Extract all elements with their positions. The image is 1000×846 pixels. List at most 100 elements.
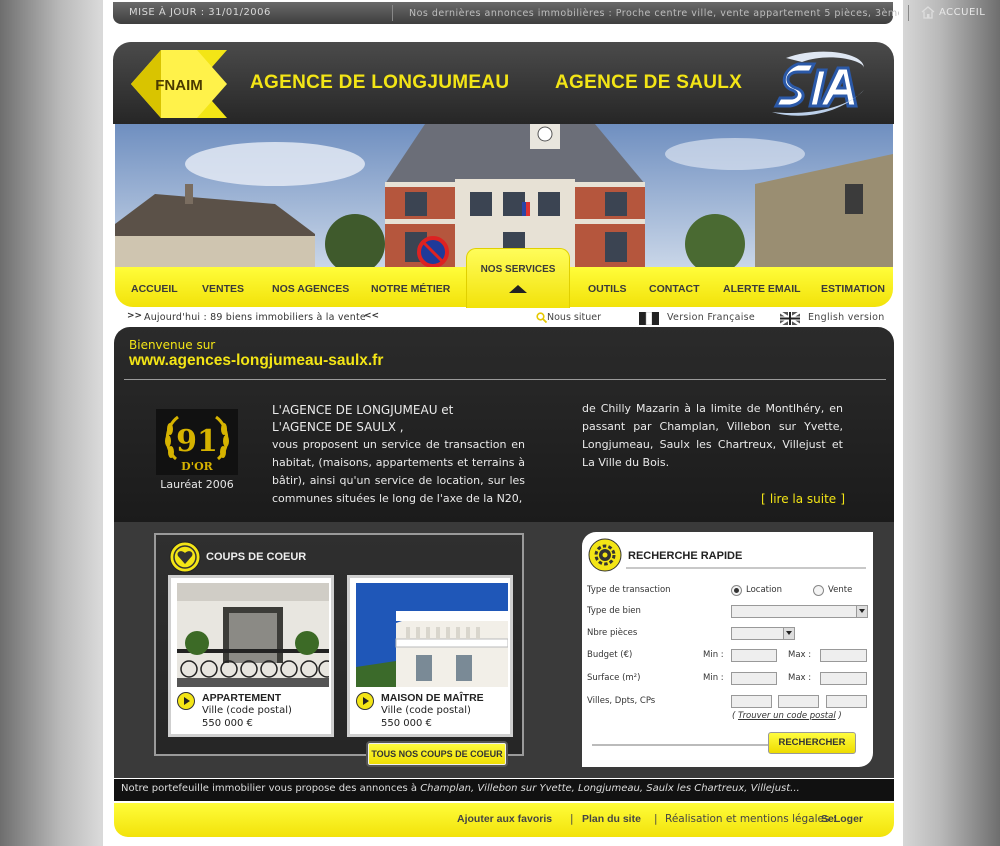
surface-max-label: Max :	[788, 673, 812, 683]
cities-label: Villes, Dpts, CPs	[587, 696, 656, 706]
property-city: Ville (code postal)	[202, 705, 292, 716]
nav-notre-metier[interactable]: NOTRE MÉTIER	[371, 283, 450, 295]
portfolio-cities[interactable]: Champlan, Villebon sur Yvette, Longjumea…	[420, 783, 800, 794]
nav-alerte-email[interactable]: ALERTE EMAIL	[723, 283, 801, 295]
divider	[626, 567, 866, 569]
site-header: FNAIM AGENCE DE LONGJUMEAU AGENCE DE SAU…	[113, 42, 894, 124]
sitemap-link[interactable]: Plan du site	[582, 813, 641, 825]
update-date: MISE À JOUR : 31/01/2006	[129, 7, 271, 18]
property-type-label: Type de bien	[587, 606, 641, 616]
property-city: Ville (code postal)	[381, 705, 471, 716]
intro-heading-1: L'AGENCE DE LONGJUMEAU et	[272, 403, 454, 417]
agency-saulx-title: AGENCE DE SAULX	[555, 72, 743, 93]
apartment-illustration	[177, 583, 329, 687]
agency-longjumeau-title: AGENCE DE LONGJUMEAU	[250, 72, 510, 93]
laurel-icon: 91 D'OR	[165, 415, 229, 473]
surface-min-input[interactable]	[731, 672, 777, 685]
divider	[124, 379, 886, 380]
rooms-select[interactable]	[731, 627, 795, 640]
play-arrow-icon	[356, 692, 374, 710]
town-hall-illustration	[115, 124, 893, 267]
divider	[392, 5, 393, 21]
property-type: APPARTEMENT	[202, 692, 282, 704]
divider	[908, 5, 909, 21]
portfolio-strip: Notre portefeuille immobilier vous propo…	[114, 779, 894, 801]
intro-heading-2: L'AGENCE DE SAULX ,	[272, 420, 404, 434]
city-input-2[interactable]	[778, 695, 819, 708]
town-hall-photo	[115, 124, 893, 267]
maison-illustration	[356, 583, 508, 687]
listing-count: Aujourd'hui : 89 biens immobiliers à la …	[144, 312, 366, 323]
news-ticker[interactable]: Nos dernières annonces immobilières : Pr…	[409, 8, 899, 19]
budget-max-label: Max :	[788, 650, 812, 660]
nav-nos-services[interactable]: NOS SERVICES	[466, 248, 570, 308]
property-price: 550 000 €	[381, 718, 432, 729]
nav-estimation[interactable]: ESTIMATION	[821, 283, 885, 295]
fnaim-logo-text: FNAIM	[155, 77, 203, 94]
budget-label: Budget (€)	[587, 650, 633, 660]
nav-contact[interactable]: CONTACT	[649, 283, 700, 295]
seloger-link[interactable]: SeLoger	[821, 813, 863, 825]
english-version-label: English version	[808, 312, 885, 323]
read-more-link[interactable]: [ lire la suite ]	[761, 492, 845, 506]
nav-nos-agences[interactable]: NOS AGENCES	[272, 283, 349, 295]
site-url: www.agences-longjumeau-saulx.fr	[129, 352, 384, 369]
budget-max-input[interactable]	[820, 649, 867, 662]
budget-min-label: Min :	[703, 650, 724, 660]
french-version-label: Version Française	[667, 312, 756, 323]
home-link[interactable]: ACCUEIL	[921, 6, 991, 20]
home-label: ACCUEIL	[939, 7, 986, 18]
city-input-1[interactable]	[731, 695, 772, 708]
add-to-favorites-link[interactable]: Ajouter aux favoris	[457, 813, 552, 825]
intro-column-1: L'AGENCE DE LONGJUMEAU et L'AGENCE DE SA…	[272, 402, 525, 508]
transaction-label: Type de transaction	[587, 585, 671, 595]
sia-logo[interactable]	[768, 50, 868, 120]
laureat-label: Lauréat 2006	[160, 478, 234, 491]
radio-vente[interactable]	[813, 585, 824, 596]
play-arrow-icon	[177, 692, 195, 710]
content-panel: COUPS DE COEUR APPARTEMENT Ville (code p…	[114, 522, 894, 778]
chevron-down-icon	[856, 606, 867, 617]
radio-location[interactable]	[731, 585, 742, 596]
favorite-card-maison[interactable]: MAISON DE MAÎTRE Ville (code postal) 550…	[347, 575, 513, 737]
heart-icon	[169, 541, 201, 573]
nav-accueil[interactable]: ACCUEIL	[131, 283, 178, 295]
apartment-photo	[177, 583, 329, 687]
city-input-3[interactable]	[826, 695, 867, 708]
legal-label: Réalisation et mentions légales :	[665, 813, 837, 825]
gear-icon	[588, 538, 622, 572]
paren-close: )	[838, 711, 842, 721]
footer-separator: |	[654, 813, 658, 825]
portfolio-prefix: Notre portefeuille immobilier vous propo…	[121, 783, 421, 794]
maison-photo	[356, 583, 508, 687]
postal-code-link[interactable]: Trouver un code postal	[738, 711, 836, 721]
nav-nos-services-label: NOS SERVICES	[480, 264, 556, 275]
property-type-select[interactable]	[731, 605, 868, 618]
magnifier-icon	[536, 312, 547, 323]
double-chevron-right-icon: >>	[127, 311, 143, 321]
fnaim-logo[interactable]: FNAIM	[131, 50, 227, 118]
radio-vente-label: Vente	[828, 585, 853, 595]
surface-min-label: Min :	[703, 673, 724, 683]
favorites-box: COUPS DE COEUR APPARTEMENT Ville (code p…	[154, 533, 524, 756]
home-icon	[921, 6, 935, 19]
quick-search-form: RECHERCHE RAPIDE Type de transaction Loc…	[582, 532, 873, 767]
rooms-label: Nbre pièces	[587, 628, 638, 638]
search-title: RECHERCHE RAPIDE	[628, 550, 743, 562]
info-bar: >> Aujourd'hui : 89 biens immobiliers à …	[115, 309, 893, 327]
top-bar: MISE À JOUR : 31/01/2006 Nos dernières a…	[113, 2, 985, 24]
surface-label: Surface (m²)	[587, 673, 641, 683]
favorite-card-apartment[interactable]: APPARTEMENT Ville (code postal) 550 000 …	[168, 575, 334, 737]
surface-max-input[interactable]	[820, 672, 867, 685]
read-more-label: lire la suite	[769, 492, 837, 506]
search-button[interactable]: RECHERCHER	[768, 732, 856, 754]
bracket-open: [	[761, 492, 766, 506]
budget-min-input[interactable]	[731, 649, 777, 662]
intro-text-1: vous proposent un service de transaction…	[272, 438, 525, 505]
paren-open: (	[732, 711, 736, 721]
property-price: 550 000 €	[202, 718, 253, 729]
nav-outils[interactable]: OUTILS	[588, 283, 627, 295]
all-favorites-button[interactable]: TOUS NOS COUPS DE COEUR	[366, 741, 508, 767]
uk-flag-icon	[780, 312, 800, 325]
nav-ventes[interactable]: VENTES	[202, 283, 244, 295]
